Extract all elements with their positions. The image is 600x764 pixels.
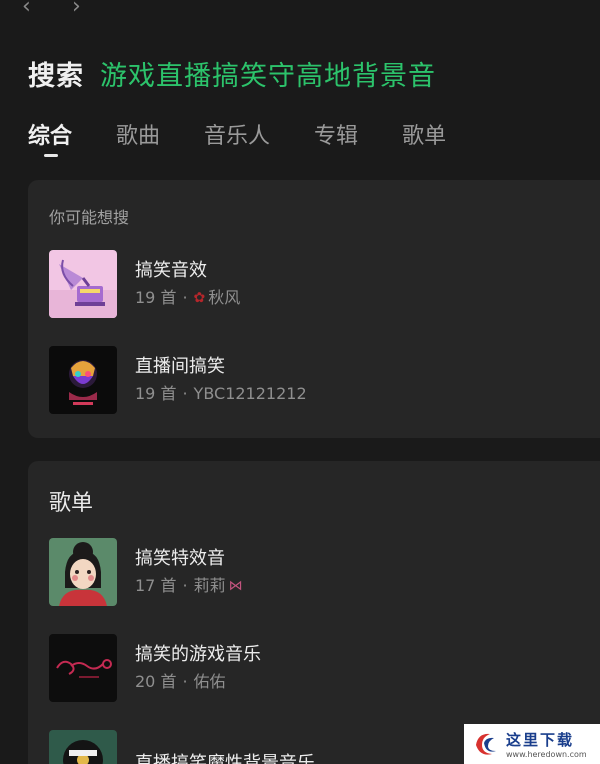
list-item[interactable]: 直播间搞笑 19 首 · YBC12121212 <box>49 346 307 414</box>
search-label: 搜索 <box>28 61 84 92</box>
item-subtitle: 19 首 · ✿ 秋风 <box>135 287 240 309</box>
item-subtitle: 17 首 · 莉莉 ⋈ <box>135 575 246 597</box>
list-item[interactable]: 直播搞笑魔性背景音乐 <box>49 730 315 764</box>
separator-dot: · <box>182 384 188 403</box>
playlist-cover <box>49 634 117 702</box>
tab-playlists[interactable]: 歌单 <box>402 118 446 158</box>
tab-label: 音乐人 <box>204 124 271 149</box>
search-query: 游戏直播搞笑守高地背景音 <box>100 61 436 92</box>
search-header: 搜索 游戏直播搞笑守高地背景音 <box>28 54 436 93</box>
track-count: 17 首 <box>135 576 177 595</box>
watermark-url: www.heredown.com <box>506 750 587 759</box>
tab-label: 歌单 <box>402 124 447 149</box>
list-item[interactable]: 搞笑音效 19 首 · ✿ 秋风 <box>49 250 240 318</box>
playlist-cover <box>49 538 117 606</box>
tab-bar: 综合 歌曲 音乐人 专辑 歌单 <box>28 118 490 158</box>
author-name: YBC12121212 <box>193 384 307 403</box>
author-name: 秋风 <box>208 288 241 307</box>
tab-overview[interactable]: 综合 <box>28 118 72 158</box>
item-title: 直播间搞笑 <box>135 356 225 377</box>
tab-label: 歌曲 <box>116 124 161 149</box>
item-title: 搞笑的游戏音乐 <box>135 644 261 665</box>
list-item[interactable]: 搞笑特效音 17 首 · 莉莉 ⋈ <box>49 538 246 606</box>
playlist-cover <box>49 250 117 318</box>
suggestion-title: 你可能想搜 <box>49 208 130 227</box>
author-name: 佑佑 <box>193 672 226 691</box>
separator-dot: · <box>182 576 188 595</box>
track-count: 20 首 <box>135 672 177 691</box>
watermark: 这里下载 www.heredown.com <box>464 724 600 764</box>
tab-label: 综合 <box>28 124 73 149</box>
bow-icon: ⋈ <box>228 578 243 594</box>
separator-dot: · <box>182 288 188 307</box>
chevron-left-icon[interactable]: ‹ <box>22 0 31 18</box>
nav-bar: ‹ › <box>0 0 600 22</box>
tab-artists[interactable]: 音乐人 <box>204 118 270 158</box>
playlist-card: 歌单 搞笑特效音 17 首 · 莉莉 ⋈ 搞笑的游戏音乐 20 首 · 佑佑 直… <box>28 461 600 764</box>
item-title: 直播搞笑魔性背景音乐 <box>135 753 315 764</box>
author-name: 莉莉 <box>193 576 226 595</box>
separator-dot: · <box>182 672 188 691</box>
track-count: 19 首 <box>135 288 177 307</box>
suggestion-card: 你可能想搜 搞笑音效 19 首 · ✿ 秋风 直播间搞笑 19 首 · YBC1… <box>28 180 600 438</box>
chevron-right-icon[interactable]: › <box>72 0 81 18</box>
item-title: 搞笑音效 <box>135 260 207 281</box>
track-count: 19 首 <box>135 384 177 403</box>
site-logo-icon <box>476 733 496 755</box>
playlist-cover <box>49 730 117 764</box>
tab-albums[interactable]: 专辑 <box>314 118 358 158</box>
item-title: 搞笑特效音 <box>135 548 225 569</box>
maple-leaf-icon: ✿ <box>193 290 206 306</box>
active-tab-indicator <box>44 154 58 157</box>
tab-label: 专辑 <box>314 124 359 149</box>
playlist-cover <box>49 346 117 414</box>
item-subtitle: 19 首 · YBC12121212 <box>135 383 307 405</box>
list-item[interactable]: 搞笑的游戏音乐 20 首 · 佑佑 <box>49 634 261 702</box>
playlist-section-title: 歌单 <box>49 491 94 516</box>
tab-songs[interactable]: 歌曲 <box>116 118 160 158</box>
item-subtitle: 20 首 · 佑佑 <box>135 671 261 693</box>
watermark-text: 这里下载 <box>506 731 575 749</box>
